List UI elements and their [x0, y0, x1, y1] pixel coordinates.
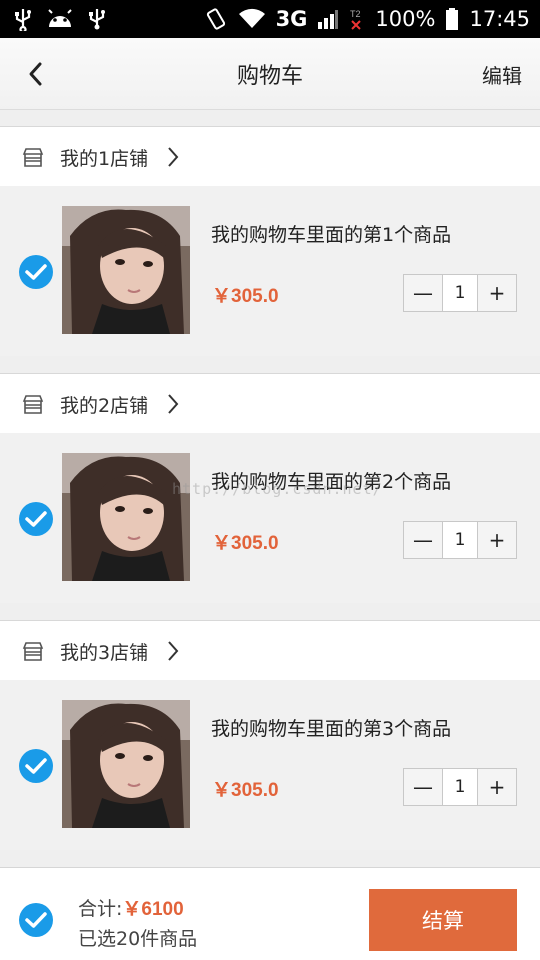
quantity-value[interactable]: 1: [442, 275, 478, 311]
product-title[interactable]: 我的购物车里面的第1个商品: [211, 220, 451, 247]
sim2-icon: T2: [349, 8, 365, 30]
usb-icon: [14, 7, 32, 31]
battery-icon: [445, 7, 459, 31]
checkmark-circle-icon: [19, 903, 53, 937]
svg-text:T2: T2: [350, 9, 361, 19]
network-type: 3G: [275, 7, 308, 31]
item-checkbox[interactable]: [18, 748, 54, 784]
store-icon: [22, 393, 44, 419]
quantity-value[interactable]: 1: [442, 522, 478, 558]
checkout-bar: 合计:￥6100 已选20件商品 结算: [0, 867, 540, 960]
status-left: [14, 7, 106, 31]
cart-item[interactable]: 我的购物车里面的第2个商品 ￥305.0 — 1 +: [0, 433, 540, 603]
product-price: ￥305.0: [212, 286, 279, 307]
increase-button[interactable]: +: [478, 522, 516, 558]
store-icon: [22, 146, 44, 172]
title-bar: 购物车 编辑: [0, 38, 540, 110]
edit-button[interactable]: 编辑: [482, 60, 522, 89]
shop-group: 我的1店铺 我的购物车里面的第1个商品 ￥305.0 — 1 +: [0, 126, 540, 356]
product-image[interactable]: [62, 206, 190, 334]
chevron-right-icon: [166, 393, 180, 419]
signal-icon: [317, 8, 339, 30]
item-checkbox[interactable]: [18, 254, 54, 290]
decrease-button[interactable]: —: [404, 275, 442, 311]
shop-header[interactable]: 我的2店铺: [0, 373, 540, 433]
cart-list[interactable]: 我的1店铺 我的购物车里面的第1个商品 ￥305.0 — 1 + 我的2店铺 我…: [0, 110, 540, 867]
rotation-icon: [204, 7, 228, 31]
watermark: http://blog.csdn.net/: [172, 480, 383, 498]
clock: 17:45: [469, 7, 530, 31]
quantity-value[interactable]: 1: [442, 769, 478, 805]
product-image[interactable]: [62, 700, 190, 828]
quantity-stepper: — 1 +: [403, 521, 517, 559]
checkmark-circle-icon: [19, 255, 53, 289]
battery-percent: 100%: [375, 7, 436, 31]
back-arrow-icon: [29, 62, 42, 86]
usb-icon: [88, 7, 106, 31]
chevron-right-icon: [166, 146, 180, 172]
increase-button[interactable]: +: [478, 275, 516, 311]
store-icon: [22, 640, 44, 666]
cart-item[interactable]: 我的购物车里面的第3个商品 ￥305.0 — 1 +: [0, 680, 540, 850]
shop-name: 我的2店铺: [60, 395, 149, 417]
quantity-stepper: — 1 +: [403, 768, 517, 806]
page-title: 购物车: [236, 63, 303, 89]
shop-name: 我的3店铺: [60, 642, 149, 664]
android-icon: [46, 9, 74, 29]
product-image[interactable]: [62, 453, 190, 581]
decrease-button[interactable]: —: [404, 769, 442, 805]
decrease-button[interactable]: —: [404, 522, 442, 558]
total-line: 合计:￥6100: [78, 894, 184, 921]
product-price: ￥305.0: [212, 780, 279, 801]
shop-header[interactable]: 我的1店铺: [0, 126, 540, 186]
selected-count: 已选20件商品: [78, 928, 198, 950]
chevron-right-icon: [166, 640, 180, 666]
increase-button[interactable]: +: [478, 769, 516, 805]
shop-group: 我的3店铺 我的购物车里面的第3个商品 ￥305.0 — 1 +: [0, 620, 540, 850]
shop-header[interactable]: 我的3店铺: [0, 620, 540, 680]
checkmark-circle-icon: [19, 749, 53, 783]
quantity-stepper: — 1 +: [403, 274, 517, 312]
shop-name: 我的1店铺: [60, 148, 149, 170]
total-label: 合计:: [78, 898, 123, 920]
select-all-checkbox[interactable]: [18, 902, 54, 938]
checkout-button[interactable]: 结算: [369, 889, 517, 951]
product-title[interactable]: 我的购物车里面的第3个商品: [211, 714, 451, 741]
status-bar: 3G T2 100% 17:45: [0, 0, 540, 38]
total-amount: ￥6100: [122, 899, 184, 920]
status-right: 3G T2 100% 17:45: [204, 7, 530, 31]
cart-item[interactable]: 我的购物车里面的第1个商品 ￥305.0 — 1 +: [0, 186, 540, 356]
wifi-icon: [238, 8, 266, 30]
back-button[interactable]: [18, 56, 54, 92]
product-price: ￥305.0: [212, 533, 279, 554]
item-checkbox[interactable]: [18, 501, 54, 537]
checkmark-circle-icon: [19, 502, 53, 536]
